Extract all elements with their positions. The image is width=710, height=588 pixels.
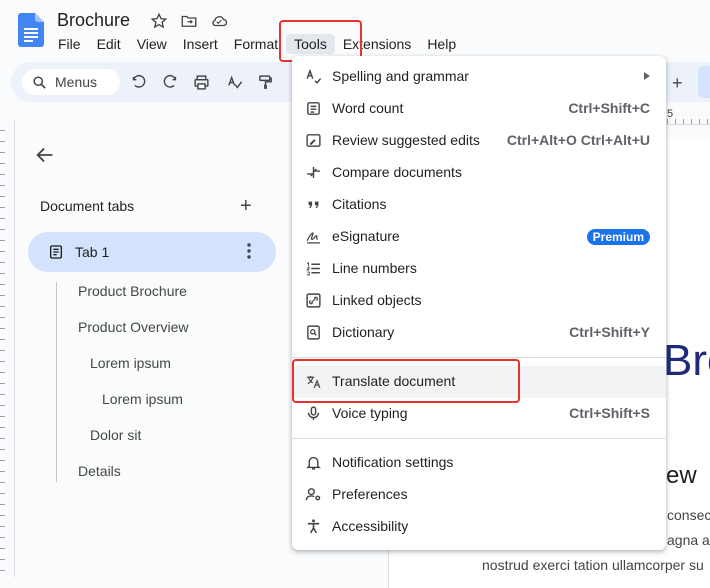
menu-item-word-count[interactable]: Word count Ctrl+Shift+C	[292, 93, 666, 125]
move-folder-icon[interactable]	[180, 12, 198, 30]
dictionary-icon	[307, 325, 320, 340]
menus-search-label: Menus	[55, 74, 98, 90]
spellcheck-icon	[306, 68, 322, 84]
document-tab-icon	[50, 245, 62, 259]
paint-format-icon[interactable]	[257, 74, 274, 91]
spellcheck-toolbar-icon[interactable]	[226, 74, 243, 91]
outline-item[interactable]: Lorem ipsum	[102, 391, 183, 407]
menu-separator	[292, 357, 666, 358]
docs-logo-icon[interactable]	[18, 13, 44, 47]
compare-icon	[307, 166, 320, 179]
menu-separator	[292, 438, 666, 439]
menus-search-button[interactable]: Menus	[22, 69, 120, 95]
page-text-line: nostrud exerci tation ullamcorper su	[482, 557, 704, 573]
mic-icon	[307, 406, 320, 420]
menu-bar: File Edit View Insert Format Tools Exten…	[50, 34, 464, 54]
document-tabs-heading: Document tabs	[40, 198, 135, 214]
menu-item-compare-documents[interactable]: Compare documents	[292, 157, 666, 189]
menu-item-linked-objects[interactable]: Linked objects	[292, 285, 666, 317]
search-icon	[33, 75, 46, 89]
tools-dropdown-menu: Spelling and grammar Word count Ctrl+Shi…	[292, 56, 666, 550]
ruler-number: 5	[667, 108, 674, 120]
link-icon	[306, 293, 321, 308]
menu-format[interactable]: Format	[226, 34, 286, 54]
page-heading: Bro	[663, 336, 710, 385]
translate-highlight-box	[292, 359, 520, 403]
menu-item-esignature[interactable]: eSignature Premium	[292, 221, 666, 253]
menu-item-line-numbers[interactable]: Line numbers	[292, 253, 666, 285]
line-numbers-icon	[306, 262, 320, 276]
document-title[interactable]: Brochure	[57, 10, 130, 31]
zoom-plus-icon[interactable]: +	[672, 73, 683, 94]
add-tab-button[interactable]: +	[240, 195, 252, 218]
word-count-icon	[307, 102, 320, 115]
menu-item-citations[interactable]: Citations	[292, 189, 666, 221]
outline-item[interactable]: Lorem ipsum	[90, 355, 171, 371]
menu-item-notification-settings[interactable]: Notification settings	[292, 447, 666, 479]
print-icon[interactable]	[193, 74, 210, 91]
menu-item-accessibility[interactable]: Accessibility	[292, 511, 666, 543]
review-edits-icon	[306, 134, 321, 147]
page-text-line: consec	[667, 507, 710, 523]
star-icon[interactable]	[150, 12, 168, 30]
accessibility-icon	[307, 519, 320, 534]
back-arrow-icon[interactable]	[34, 144, 56, 166]
menu-help[interactable]: Help	[419, 34, 464, 54]
share-button[interactable]	[698, 66, 710, 98]
outline-item[interactable]: Details	[78, 463, 121, 479]
premium-badge: Premium	[586, 229, 650, 245]
outline-item[interactable]: Product Brochure	[78, 283, 187, 299]
menu-view[interactable]: View	[129, 34, 175, 54]
menu-item-preferences[interactable]: Preferences	[292, 479, 666, 511]
submenu-arrow-icon	[644, 72, 650, 80]
undo-icon[interactable]	[130, 74, 147, 91]
menu-file[interactable]: File	[50, 34, 89, 54]
more-vert-icon[interactable]	[244, 241, 254, 261]
cloud-status-icon[interactable]	[210, 12, 228, 30]
menu-edit[interactable]: Edit	[89, 34, 129, 54]
page-subheading: ew	[666, 462, 697, 489]
outline-guide-line	[56, 282, 57, 482]
menu-item-dictionary[interactable]: Dictionary Ctrl+Shift+Y	[292, 317, 666, 349]
menu-insert[interactable]: Insert	[175, 34, 226, 54]
signature-icon	[306, 232, 320, 244]
quote-icon	[308, 201, 319, 209]
redo-icon[interactable]	[162, 74, 179, 91]
preferences-icon	[305, 488, 321, 501]
vertical-ruler	[0, 120, 15, 577]
bell-icon	[306, 456, 321, 470]
tab-1-label: Tab 1	[75, 244, 110, 260]
outline-item[interactable]: Dolor sit	[90, 427, 141, 443]
outline-item[interactable]: Product Overview	[78, 319, 188, 335]
menu-item-spelling-grammar[interactable]: Spelling and grammar	[292, 61, 666, 93]
tab-1[interactable]	[28, 232, 276, 272]
page-text-line: agna a	[667, 532, 710, 548]
menu-item-review-edits[interactable]: Review suggested edits Ctrl+Alt+O Ctrl+A…	[292, 125, 666, 157]
